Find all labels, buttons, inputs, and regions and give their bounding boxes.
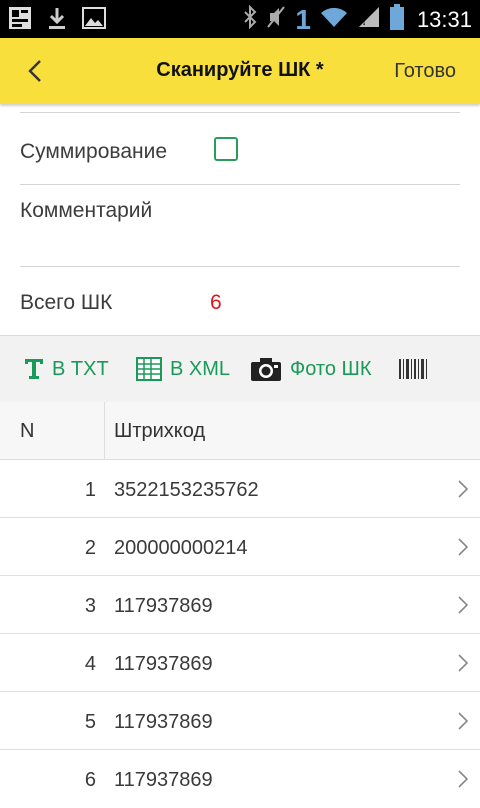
row-number: 1 [84, 479, 96, 501]
row-barcode: 200000000214 [114, 537, 248, 559]
table-row[interactable]: 1 3522153235762 [0, 460, 480, 518]
row-number: 6 [84, 769, 96, 791]
row-barcode: 117937869 [114, 653, 213, 675]
column-header-barcode[interactable]: Штрихкод [114, 420, 205, 443]
chevron-right-icon [458, 596, 469, 614]
summation-checkbox[interactable] [214, 137, 238, 161]
comment-label: Комментарий [20, 199, 153, 222]
photo-barcode-label: Фото ШК [290, 357, 372, 380]
column-divider [104, 402, 105, 459]
download-icon [46, 6, 68, 35]
status-bar-left [8, 6, 106, 35]
row-number: 3 [84, 595, 96, 617]
chevron-right-icon [458, 712, 469, 730]
wifi-icon [320, 6, 348, 33]
action-toolbar: В TXT В XML Фото ШК [0, 335, 480, 403]
sim-indicator: 1 [295, 3, 311, 35]
notification-icon [8, 6, 32, 35]
text-icon [24, 358, 44, 380]
table-row[interactable]: 2 200000000214 [0, 518, 480, 576]
signal-icon: ? [357, 5, 381, 34]
battery-icon [389, 4, 404, 35]
chevron-right-icon [458, 538, 469, 556]
row-number: 4 [84, 653, 96, 675]
column-header-n[interactable]: N [20, 420, 34, 443]
done-button[interactable]: Готово [394, 60, 456, 83]
row-number: 5 [84, 711, 96, 733]
chevron-right-icon [458, 654, 469, 672]
table-row[interactable]: 5 117937869 [0, 692, 480, 750]
export-txt-button[interactable]: В TXT [24, 336, 109, 402]
chevron-right-icon [458, 770, 469, 788]
scan-barcode-button[interactable] [398, 336, 428, 402]
divider [20, 184, 460, 185]
row-barcode: 117937869 [114, 595, 213, 617]
export-xml-label: В XML [170, 357, 231, 380]
divider [20, 112, 460, 113]
divider [20, 266, 460, 267]
gallery-icon [82, 7, 106, 34]
app-bar: Сканируйте ШК * Готово [0, 38, 480, 104]
photo-barcode-button[interactable]: Фото ШК [250, 336, 371, 402]
barcode-icon [398, 357, 428, 381]
row-barcode: 117937869 [114, 711, 213, 733]
total-count: 6 [210, 291, 222, 314]
summation-label: Суммирование [20, 140, 167, 163]
mute-icon [266, 5, 286, 34]
total-label: Всего ШК [20, 291, 113, 314]
row-number: 2 [84, 537, 96, 559]
table-row[interactable]: 4 117937869 [0, 634, 480, 692]
row-barcode: 117937869 [114, 769, 213, 791]
status-bar-right: 1 ? 13:31 [243, 4, 472, 35]
row-barcode: 3522153235762 [114, 479, 259, 501]
comment-field[interactable] [20, 228, 460, 264]
export-txt-label: В TXT [52, 357, 109, 380]
clock: 13:31 [416, 6, 472, 32]
svg-text:?: ? [361, 14, 368, 29]
bluetooth-icon [243, 4, 257, 34]
table-row[interactable]: 3 117937869 [0, 576, 480, 634]
table-header: N Штрихкод [0, 402, 480, 460]
status-bar: 1 ? 13:31 [0, 0, 480, 38]
export-xml-button[interactable]: В XML [136, 336, 230, 402]
chevron-right-icon [458, 480, 469, 498]
table-row[interactable]: 6 117937869 [0, 750, 480, 808]
camera-icon [250, 356, 282, 382]
spreadsheet-icon [136, 357, 162, 381]
